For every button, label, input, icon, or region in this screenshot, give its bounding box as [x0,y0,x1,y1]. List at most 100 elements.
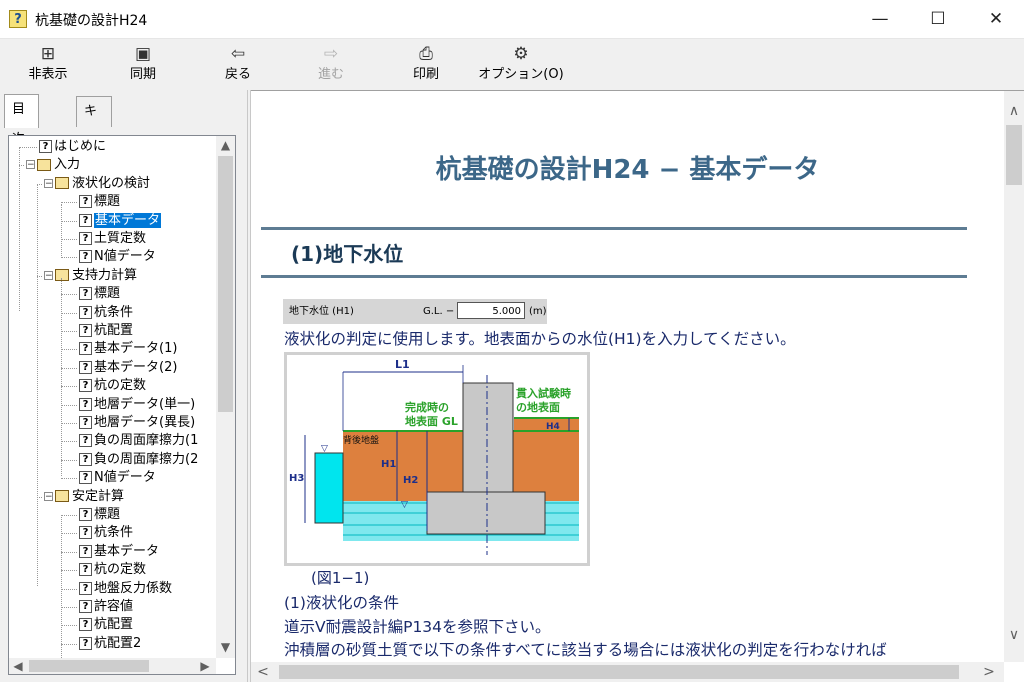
tree-item[interactable]: ? 基本データ [79,212,162,230]
collapse-icon[interactable]: − [44,491,53,501]
tree-connector [61,459,77,461]
hide-button[interactable]: ⊞ 非表示 [20,42,76,88]
tree-item-label: 杭配置 [94,617,134,633]
content-scroll-up-icon[interactable]: ∧ [1004,103,1024,119]
back-button[interactable]: ⇦ 戻る [210,42,266,88]
tree-item-label: 負の周面摩擦力(2 [94,451,199,467]
water-level-marker-icon: ▽ [321,444,328,454]
help-topic-icon: ? [79,618,92,632]
tree-item[interactable]: ? 地層データ(異長) [79,414,195,432]
tree-item[interactable]: ? 土質定数 [79,230,146,248]
description-line: 液状化の判定に使用します。地表面からの水位(H1)を入力してください。 [284,330,796,348]
tree-item[interactable]: − 液状化の検討 [44,175,150,193]
tree-item[interactable]: ? 許容値 [79,598,133,616]
maximize-button[interactable]: ☐ [915,4,961,34]
tree-hscroll-thumb[interactable] [29,660,149,672]
sync-icon: ▣ [134,44,152,64]
tree-item-label: 基本データ(2) [94,359,178,375]
tree-item[interactable]: ? 負の周面摩擦力(1 [79,432,198,450]
options-icon: ⚙ [513,44,529,64]
tree-item[interactable]: ? 基本データ(2) [79,359,177,377]
help-topic-icon: ? [79,250,92,264]
content-scroll-left-icon[interactable]: < [255,664,271,680]
minimize-button[interactable]: — [857,4,903,34]
tree-scroll-thumb[interactable] [218,156,233,412]
book-icon [37,158,51,171]
content-hscroll-thumb[interactable] [279,665,959,679]
contents-tree-box: ? はじめに − 入力 − 液状化の検討? 標題? 基本データ? 土質定数? N値データ − 支持力計… [8,135,236,675]
tree-item[interactable]: ? 杭配置 [79,616,133,634]
h3-label: H3 [289,473,304,484]
scroll-down-icon[interactable]: ▼ [216,640,235,654]
tree-connector [61,533,77,535]
collapse-icon[interactable]: − [44,178,53,188]
help-topic-icon: ? [79,471,92,485]
tree-item-label: N値データ [94,249,156,265]
tree-item[interactable]: − 安定計算 [44,488,124,506]
tree-item[interactable]: ? 基本データ [79,543,159,561]
tree-item-label: 基本データ(1) [94,341,178,357]
collapse-icon[interactable]: − [44,270,53,280]
close-button[interactable]: ✕ [973,4,1019,34]
tree-item[interactable]: ? 杭の定数 [79,377,146,395]
tree-item-label: 標題 [94,507,121,522]
tree-item[interactable]: ? 標題 [79,193,120,211]
tree-item-label: 標題 [94,286,121,302]
help-topic-icon: ? [79,342,92,356]
section-divider [261,275,967,278]
tree-item[interactable]: ? はじめに [39,138,106,156]
tab-keyword[interactable]: キーワード(N) [76,96,112,269]
forward-button[interactable]: ⇨ 進む [303,42,359,88]
tree-item[interactable]: ? 杭条件 [79,304,133,322]
help-topic-icon: ? [79,397,92,411]
water-level-marker-icon: ▽ [401,500,408,510]
scroll-right-icon[interactable]: ▶ [198,659,212,673]
content-scroll-thumb[interactable] [1006,125,1022,185]
tree-horizontal-scrollbar[interactable]: ◀ ▶ [9,658,216,674]
tree-item[interactable]: ? 杭配置2 [79,635,141,653]
content-scroll-down-icon[interactable]: ∨ [1004,627,1024,643]
tree-item[interactable]: ? 杭条件 [79,524,133,542]
tree-item[interactable]: ? N値データ [79,469,156,487]
scroll-left-icon[interactable]: ◀ [11,659,25,673]
hide-pane-icon: ⊞ [40,44,56,64]
tree-item[interactable]: ? 基本データ(1) [79,340,177,358]
tree-connector [61,478,77,480]
content-horizontal-scrollbar[interactable]: < > [251,662,1004,682]
tree-vertical-scrollbar[interactable]: ▲ ▼ [216,136,235,658]
help-topic-icon: ? [79,544,92,558]
groundwater-param-box: 地下水位 (H1) G.L. − 5.000 (m) [283,299,547,324]
sync-button[interactable]: ▣ 同期 [115,42,171,88]
scroll-up-icon[interactable]: ▲ [216,138,235,152]
tree-item-label: 液状化の検討 [72,175,151,191]
tree-item-label: 許容値 [94,599,134,614]
tree-connector [61,257,77,259]
collapse-icon[interactable]: − [26,160,35,170]
tab-contents[interactable]: 目次(C) [4,94,40,177]
tree-item[interactable]: − 支持力計算 [44,267,137,285]
tree-item[interactable]: ? 地層データ(単一) [79,396,195,414]
forward-arrow-icon: ⇨ [323,44,339,64]
finish-ground-label-2: 地表面 GL [405,414,458,428]
tree-item[interactable]: ? 標題 [79,506,120,524]
print-button[interactable]: ⎙ 印刷 [398,42,454,88]
tree-item-label: 杭条件 [94,304,134,320]
penetration-ground-label-1: 貫入試験時 [516,386,571,400]
tree-item[interactable]: ? 杭の定数 [79,561,146,579]
content-scroll-right-icon[interactable]: > [981,664,997,680]
tree-item[interactable]: ? 標題 [79,285,120,303]
tree-item[interactable]: ? 杭配置 [79,322,133,340]
help-topic-icon: ? [79,379,92,393]
tree-item[interactable]: − 入力 [26,156,80,174]
tree-item[interactable]: ? N値データ [79,248,156,266]
help-topic-icon: ? [79,508,92,521]
options-button[interactable]: ⚙ オプション(O) [478,42,564,88]
tree-item-label: 地層データ(異長) [94,415,196,430]
penetration-ground-label-2: の地表面 [516,400,560,414]
tree-connector [61,625,77,627]
content-vertical-scrollbar[interactable]: ∧ ∨ [1004,91,1024,662]
tree-connector [61,312,77,314]
tree-item[interactable]: ? 地盤反力係数 [79,580,172,598]
book-icon [55,269,69,282]
tree-item[interactable]: ? 負の周面摩擦力(2 [79,451,198,469]
